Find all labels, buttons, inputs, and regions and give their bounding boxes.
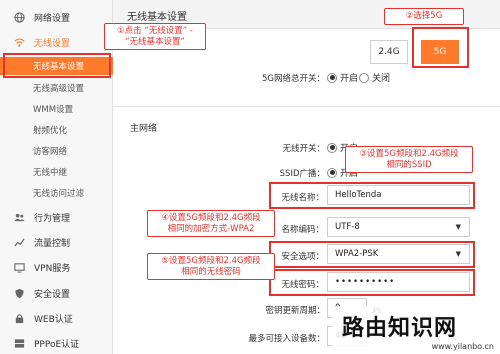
sidebar-sub-guest[interactable]: 访客网络: [0, 143, 113, 159]
sidebar-sub-label: 访客网络: [33, 147, 68, 157]
callout-line: ①点击 “无线设置” -: [117, 26, 193, 36]
callout-line: “无线基本设置”: [125, 37, 185, 47]
callout-line: ⑤设置5G频段和2.4G频段: [161, 256, 261, 266]
sidebar-item-pppoe[interactable]: PPPoE认证: [0, 334, 113, 352]
key-period-label: 密钥更新周期：: [265, 306, 325, 316]
main-switch-off[interactable]: 关闭: [359, 71, 390, 84]
callout-line: ④设置5G频段和2.4G频段: [161, 213, 261, 223]
chart-line-icon: [14, 237, 25, 248]
wifi-icon: [14, 37, 25, 48]
divider: [113, 106, 500, 107]
highlight-box: [412, 27, 469, 68]
main-switch-on-label: 开启: [340, 74, 359, 84]
sidebar-item-security[interactable]: 安全设置: [0, 284, 113, 302]
section-title: 主网络: [130, 124, 158, 134]
radio-checked-icon: [327, 142, 337, 153]
sidebar-item-behavior[interactable]: 行为管理: [0, 208, 113, 226]
max-devices-label: 最多可接入设备数：: [248, 334, 325, 344]
sidebar-item-label: 无线设置: [34, 38, 71, 49]
sidebar-item-network[interactable]: 网络设置: [0, 8, 113, 26]
callout-line: 相同的SSID: [386, 160, 432, 170]
encoding-value: UTF-8: [335, 222, 360, 232]
shield-icon: [14, 288, 25, 299]
radio-checked-icon: [327, 167, 337, 178]
watermark: 路由知识网 www.yilanbo.cn: [332, 306, 500, 354]
sidebar-sub-label: WMM设置: [33, 105, 74, 115]
sidebar-sub-wireless-advanced[interactable]: 无线高级设置: [0, 80, 113, 96]
sidebar-sub-label: 射频优化: [33, 126, 68, 136]
wireless-switch-label: 无线开关：: [282, 144, 325, 154]
band-24g-button[interactable]: 2.4G: [370, 40, 408, 64]
sidebar-sub-rf[interactable]: 射频优化: [0, 122, 113, 138]
security-label: 安全选项：: [281, 252, 324, 262]
callout-line: 相同的加密方式-WPA2: [167, 224, 255, 234]
security-value: WPA2-PSK: [335, 249, 379, 259]
callout-step-1: ①点击 “无线设置” - “无线基本设置”: [104, 23, 206, 50]
callout-line: 相同的无线密码: [181, 267, 241, 277]
watermark-url: www.yilanbo.cn: [431, 342, 494, 351]
callout-step-2: ②选择5G: [384, 8, 464, 25]
ssid-broadcast-label: SSID广播：: [279, 169, 325, 179]
sidebar-sub-label: 无线高级设置: [33, 84, 85, 94]
sidebar-item-wireless[interactable]: 无线设置: [0, 33, 113, 51]
ssid-input[interactable]: HelloTenda: [327, 185, 470, 205]
monitor-icon: [14, 262, 25, 273]
highlight-box: [3, 53, 111, 78]
main-switch-label: 5G网络总开关：: [262, 74, 325, 84]
callout-line: ②选择5G: [405, 11, 443, 21]
lock-icon: [14, 313, 25, 324]
encoding-label: 名称编码：: [281, 225, 324, 235]
sidebar-item-label: VPN服务: [34, 263, 71, 274]
page-title: 无线基本设置: [127, 12, 187, 23]
callout-step-3: ③设置5G频段和2.4G频段 相同的SSID: [345, 146, 473, 173]
ssid-label: 无线名称：: [281, 193, 324, 203]
sidebar-sub-wmm[interactable]: WMM设置: [0, 101, 113, 117]
sidebar-item-web-auth[interactable]: WEB认证: [0, 309, 113, 327]
sidebar-item-traffic[interactable]: 流量控制: [0, 233, 113, 251]
chevron-down-icon: ▼: [455, 250, 461, 258]
main-switch-on[interactable]: 开启: [327, 71, 358, 84]
chevron-down-icon: ▼: [455, 223, 461, 231]
password-label: 无线密码：: [281, 280, 324, 290]
sidebar-item-label: 流量控制: [34, 238, 71, 249]
sidebar-item-label: 行为管理: [34, 213, 71, 224]
users-icon: [14, 212, 25, 223]
sidebar-sub-repeater[interactable]: 无线中继: [0, 164, 113, 180]
sidebar-item-label: 安全设置: [34, 289, 71, 300]
sidebar-item-label: 网络设置: [34, 13, 71, 24]
sidebar-item-vpn[interactable]: VPN服务: [0, 258, 113, 276]
globe-icon: [14, 11, 25, 23]
radio-unchecked-icon: [359, 72, 369, 83]
callout-step-5: ⑤设置5G频段和2.4G频段 相同的无线密码: [147, 253, 275, 280]
sidebar-sub-label: 无线访问过滤: [33, 189, 85, 199]
server-icon: [14, 338, 25, 349]
encoding-select[interactable]: UTF-8 ▼: [327, 217, 470, 237]
watermark-title: 路由知识网: [342, 316, 458, 341]
sidebar-sub-filter[interactable]: 无线访问过滤: [0, 185, 113, 201]
radio-checked-icon: [327, 72, 337, 83]
sidebar-sub-label: 无线中继: [33, 168, 68, 178]
main-switch-off-label: 关闭: [372, 74, 391, 84]
callout-step-4: ④设置5G频段和2.4G频段 相同的加密方式-WPA2: [147, 210, 275, 237]
sidebar-item-label: WEB认证: [34, 314, 73, 325]
callout-line: ③设置5G频段和2.4G频段: [359, 149, 459, 159]
sidebar-item-label: PPPoE认证: [34, 339, 80, 350]
password-input[interactable]: ••••••••••: [327, 272, 470, 292]
security-select[interactable]: WPA2-PSK ▼: [327, 244, 470, 264]
